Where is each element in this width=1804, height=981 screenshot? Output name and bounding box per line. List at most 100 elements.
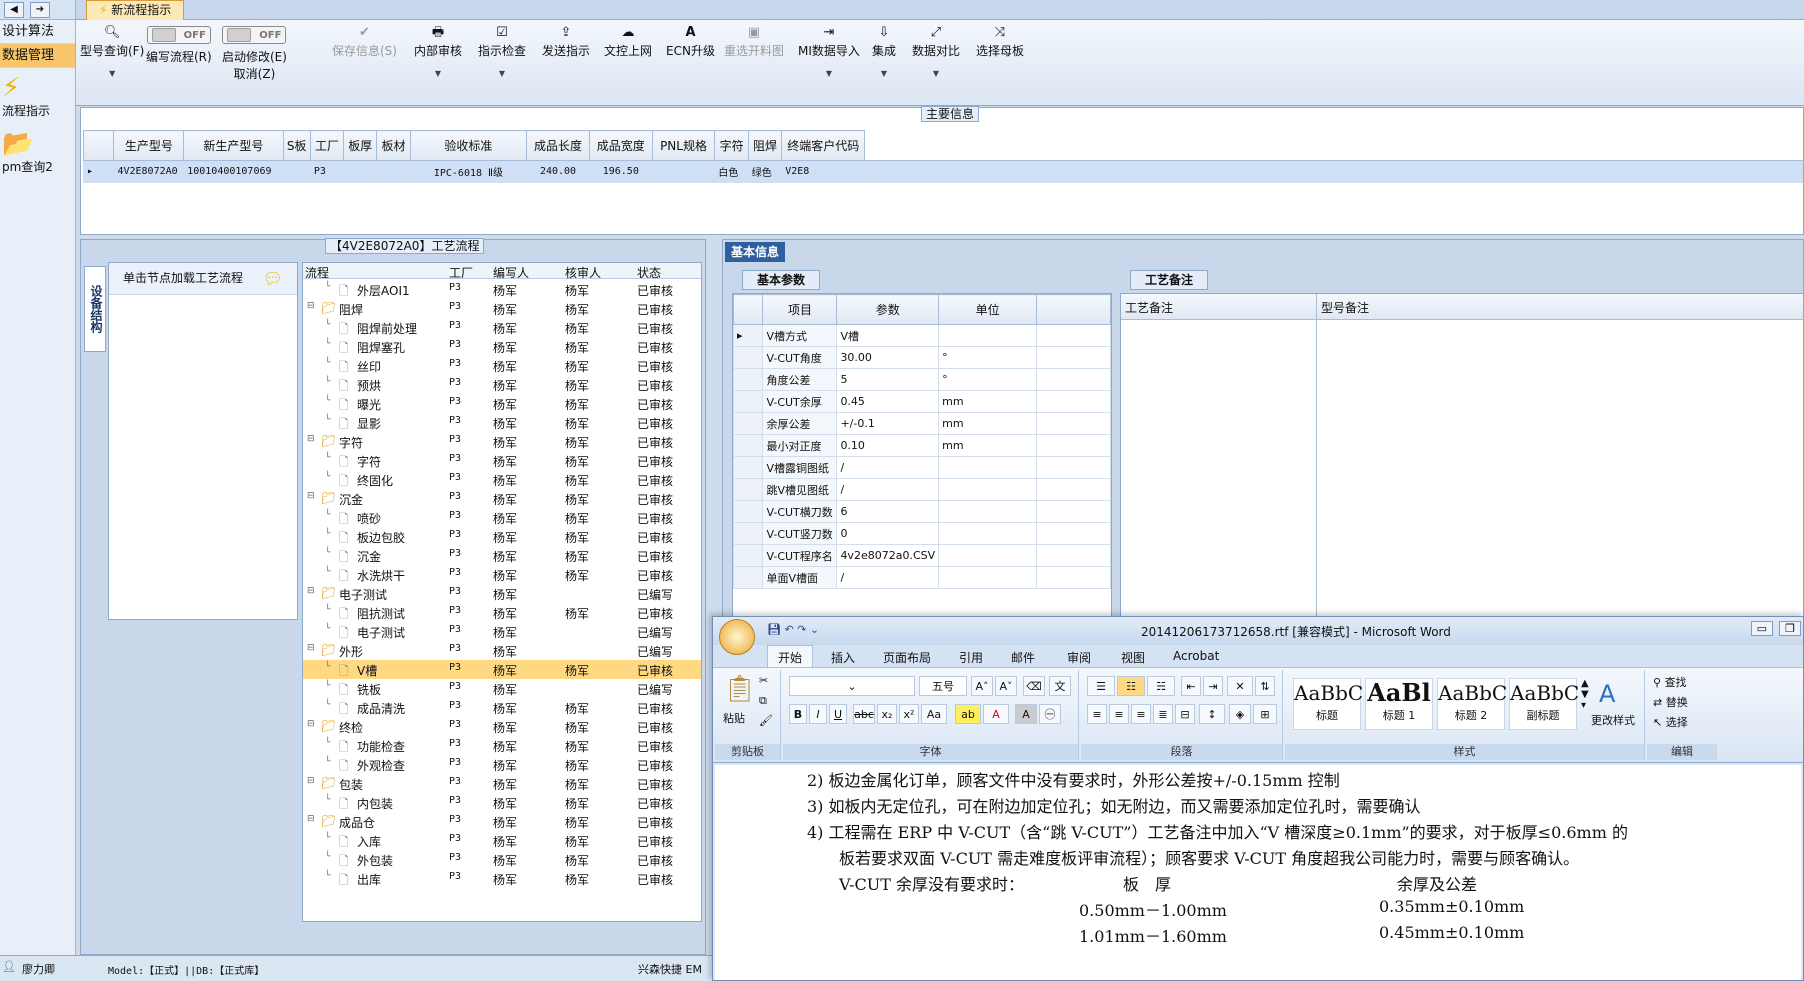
param-row[interactable]: 角度公差 5 ° <box>733 368 1111 391</box>
tree-row[interactable]: └ 🗋 丝印 P3 杨军 杨军 已审核 <box>303 356 701 375</box>
tree-row[interactable]: └ 🗋 阻焊塞孔 P3 杨军 杨军 已审核 <box>303 337 701 356</box>
column-header[interactable]: 流程 <box>305 264 329 281</box>
tree-row[interactable]: └ 🗋 预烘 P3 杨军 杨军 已审核 <box>303 375 701 394</box>
tree-row[interactable]: ⊟ 📁︎ 阻焊 P3 杨军 杨军 已审核 <box>303 299 701 318</box>
change-styles-icon[interactable]: A <box>1599 680 1615 708</box>
table-cell[interactable]: 240.00 <box>526 160 590 183</box>
table-cell[interactable]: 10010400107069 <box>183 160 284 183</box>
column-header[interactable]: PNL规格 <box>651 130 716 161</box>
copy-icon[interactable]: ⧉ <box>759 694 767 708</box>
tree-row[interactable]: └ 🗋 终固化 P3 杨军 杨军 已审核 <box>303 470 701 489</box>
param-value[interactable]: 0 <box>836 522 940 545</box>
strikethrough-icon[interactable]: abc <box>853 704 875 724</box>
enclose-char-icon[interactable]: ㊀ <box>1039 704 1061 724</box>
start-modify-toggle[interactable]: OFF 启动修改(E) 取消(Z) <box>222 26 287 82</box>
param-unit[interactable] <box>938 566 1038 589</box>
clear-format-icon[interactable]: ⌫ <box>1023 676 1045 696</box>
save-info-button[interactable]: ✔ 保存信息(S) <box>332 24 397 59</box>
tree-row[interactable]: ⊟ 📁︎ 字符 P3 杨军 杨军 已审核 <box>303 432 701 451</box>
param-value[interactable]: / <box>836 566 940 589</box>
column-header[interactable]: 编写人 <box>493 264 529 281</box>
reselect-cutting-button[interactable]: ▣ 重选开料图 <box>724 24 784 59</box>
param-value[interactable]: / <box>836 456 940 479</box>
highlight-icon[interactable]: ab <box>955 704 981 724</box>
param-row[interactable]: 余厚公差 +/-0.1 mm <box>733 412 1111 435</box>
toggle-switch[interactable]: OFF <box>146 26 211 44</box>
process-note-field[interactable] <box>1121 320 1317 622</box>
tree-row[interactable]: └ 🗋 V槽 P3 杨军 杨军 已审核 <box>303 660 701 679</box>
decrease-indent-icon[interactable]: ⇤ <box>1181 676 1201 696</box>
change-styles-label[interactable]: 更改样式 <box>1591 712 1635 728</box>
column-header[interactable]: 成品宽度 <box>588 130 653 161</box>
tree-row[interactable]: └ 🗋 成品清洗 P3 杨军 杨军 已审核 <box>303 698 701 717</box>
superscript-icon[interactable]: x² <box>899 704 919 724</box>
tab-view[interactable]: 视图 <box>1121 649 1145 666</box>
office-button-icon[interactable] <box>719 619 755 655</box>
param-row[interactable]: V-CUT程序名 4v2e8072a0.CSV <box>733 544 1111 567</box>
multilevel-list-icon[interactable]: ☵ <box>1147 676 1175 696</box>
collapse-icon[interactable]: ⊟ <box>307 814 315 824</box>
nav-item-process-instruction[interactable]: ⚡ 流程指示 <box>0 68 75 124</box>
tree-row[interactable]: └ 🗋 外观检查 P3 杨军 杨军 已审核 <box>303 755 701 774</box>
distributed-icon[interactable]: ⊟ <box>1175 704 1195 724</box>
tree-row[interactable]: ⊟ 📁︎ 包装 P3 杨军 杨军 已审核 <box>303 774 701 793</box>
shrink-font-icon[interactable]: A˅ <box>995 676 1017 696</box>
select-button[interactable]: ↖ 选择 <box>1653 714 1688 730</box>
param-row[interactable]: 最小对正度 0.10 mm <box>733 434 1111 457</box>
param-row[interactable]: V-CUT角度 30.00 ° <box>733 346 1111 369</box>
column-header[interactable]: 新生产型号 <box>183 130 284 161</box>
column-header[interactable]: 核审人 <box>565 264 601 281</box>
replace-button[interactable]: ⇄ 替换 <box>1653 694 1688 710</box>
style-title[interactable]: AaBbC 标题 <box>1293 678 1363 730</box>
table-cell[interactable]: P3 <box>309 160 345 183</box>
shading-icon[interactable]: ◈ <box>1229 704 1251 724</box>
tab-basic-params[interactable]: 基本参数 <box>742 270 821 290</box>
word-document-page[interactable]: 2) 板边金属化订单，顾客文件中没有要求时，外形公差按+/-0.15mm 控制 … <box>715 765 1801 980</box>
tree-row[interactable]: ⊟ 📁︎ 外形 P3 杨军 已编写 <box>303 641 701 660</box>
param-unit[interactable] <box>938 456 1038 479</box>
align-center-icon[interactable]: ≡ <box>1109 704 1129 724</box>
tree-row[interactable]: └ 🗋 外包装 P3 杨军 杨军 已审核 <box>303 850 701 869</box>
column-header[interactable]: 工厂 <box>309 130 345 161</box>
tab-review[interactable]: 审阅 <box>1067 649 1091 666</box>
tree-row[interactable]: └ 🗋 外层AOI1 P3 杨军 杨军 已审核 <box>303 280 701 299</box>
param-unit[interactable]: mm <box>938 412 1038 435</box>
column-header[interactable]: 板材 <box>376 130 411 161</box>
write-process-toggle[interactable]: OFF 编写流程(R) <box>146 26 212 65</box>
table-cell[interactable]: 196.50 <box>588 160 653 183</box>
quick-access-icon[interactable]: 💾︎ ↶ ↷ ⌄ <box>767 623 819 636</box>
process-note-header[interactable]: 工艺备注 <box>1121 294 1317 320</box>
numbering-icon[interactable]: ☷ <box>1117 676 1145 696</box>
tree-row[interactable]: └ 🗋 曝光 P3 杨军 杨军 已审核 <box>303 394 701 413</box>
nav-item-pm-query[interactable]: 📂 pm查询2 <box>0 124 75 180</box>
tree-row[interactable]: └ 🗋 出库 P3 杨军 杨军 已审核 <box>303 869 701 888</box>
column-header[interactable]: 阻焊 <box>747 130 783 161</box>
minimize-icon[interactable]: ▭ <box>1750 621 1773 636</box>
collapse-icon[interactable]: ⊟ <box>307 719 315 729</box>
table-row[interactable]: ▸ 4V2E8072A0 10010400107069 P3 IPC-6018 … <box>82 160 1803 183</box>
column-header[interactable]: 验收标准 <box>409 130 528 161</box>
tab-references[interactable]: 引用 <box>959 649 983 666</box>
tree-row[interactable]: └ 🗋 功能检查 P3 杨军 杨军 已审核 <box>303 736 701 755</box>
tree-row[interactable]: ⊟ 📁︎ 沉金 P3 杨军 杨军 已审核 <box>303 489 701 508</box>
param-value[interactable]: 0.10 <box>836 434 940 457</box>
tree-row[interactable]: ⊟ 📁︎ 成品仓 P3 杨军 杨军 已审核 <box>303 812 701 831</box>
char-shading-icon[interactable]: A <box>1015 704 1037 724</box>
param-row[interactable]: V槽露铜图纸 / <box>733 456 1111 479</box>
column-header[interactable]: 单位 <box>938 294 1038 325</box>
column-header[interactable]: S板 <box>282 130 311 161</box>
align-right-icon[interactable]: ≡ <box>1131 704 1151 724</box>
param-row[interactable]: V-CUT竖刀数 0 <box>733 522 1111 545</box>
grow-font-icon[interactable]: A˄ <box>971 676 993 696</box>
sort-icon[interactable]: ⇅ <box>1255 676 1275 696</box>
table-cell[interactable] <box>376 160 411 183</box>
format-painter-icon[interactable]: 🖌︎ <box>759 714 773 727</box>
param-unit[interactable]: mm <box>938 390 1038 413</box>
mi-import-button[interactable]: ⇥ MI数据导入 ▼ <box>798 24 860 78</box>
styles-scroll-icon[interactable]: ▲ ▼ ▾ <box>1581 678 1589 711</box>
toggle-switch[interactable]: OFF <box>222 26 287 44</box>
tree-row[interactable]: └ 🗋 阻抗测试 P3 杨军 杨军 已审核 <box>303 603 701 622</box>
ecn-upgrade-button[interactable]: A ECN升级 <box>666 24 715 59</box>
param-value[interactable]: 0.45 <box>836 390 940 413</box>
font-size-select[interactable]: 五号 <box>919 676 967 696</box>
